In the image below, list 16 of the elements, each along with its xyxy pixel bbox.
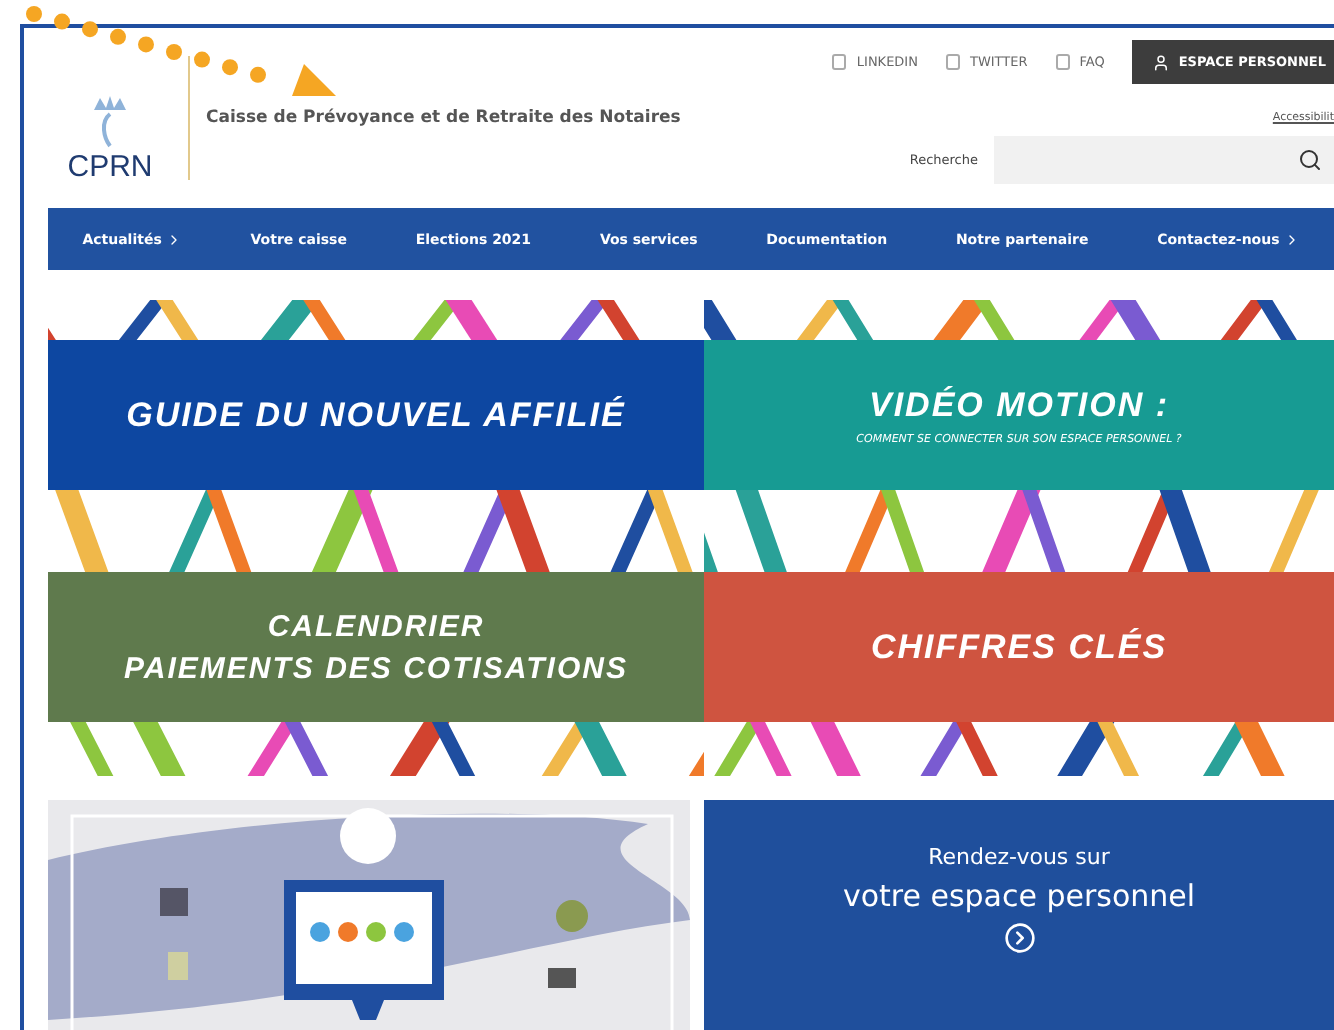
tile-banner[interactable]: GUIDE DU NOUVEL AFFILIÉ — [48, 340, 704, 490]
tile-banner[interactable]: CALENDRIER PAIEMENTS DES COTISATIONS — [48, 572, 704, 722]
search-field[interactable] — [994, 136, 1334, 184]
tile-banner[interactable]: CHIFFRES CLÉS — [704, 572, 1334, 722]
logo[interactable]: CPRN — [48, 52, 172, 184]
link-icon — [945, 54, 960, 70]
promo-intro: Rendez-vous sur — [928, 844, 1110, 870]
crown-icon — [88, 94, 132, 150]
link-icon — [832, 54, 847, 70]
arrow-circle-icon — [1003, 922, 1035, 954]
site-title: Caisse de Prévoyance et de Retraite des Notaires — [206, 108, 681, 128]
promo-panel[interactable]: Rendez-vous sur votre espace personnel — [704, 800, 1334, 1030]
user-icon — [1152, 53, 1171, 71]
promo-headline: votre espace personnel — [842, 878, 1196, 914]
link-icon — [1055, 54, 1070, 70]
search-icon — [1298, 148, 1322, 172]
